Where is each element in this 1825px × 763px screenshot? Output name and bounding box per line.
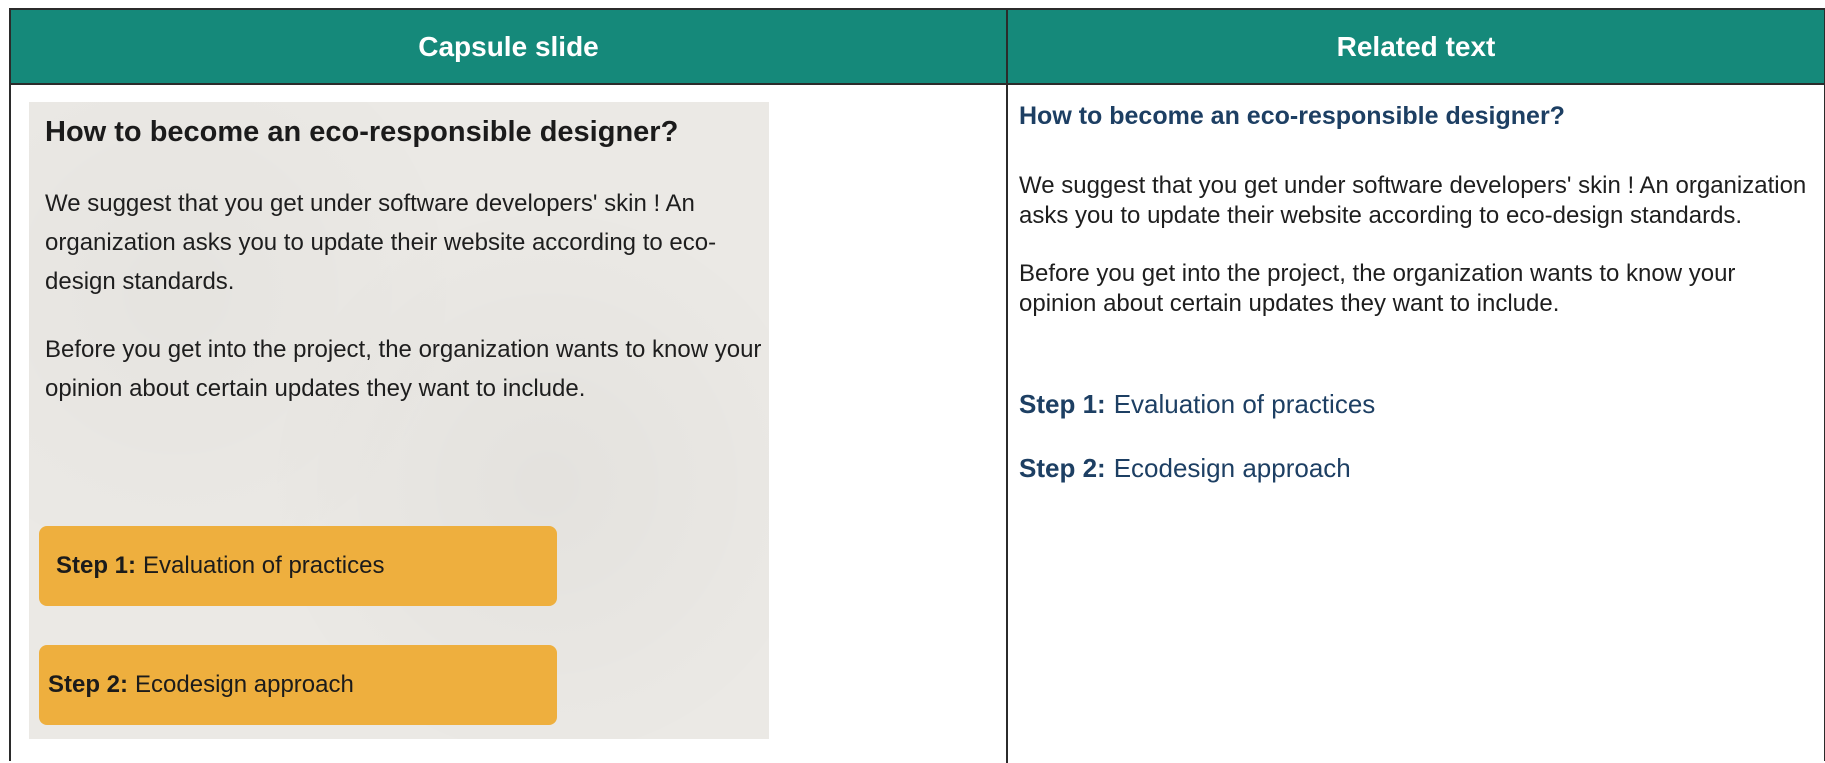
related-paragraph-1: We suggest that you get under software d… bbox=[1019, 172, 1807, 229]
slide-title: How to become an eco-responsible designe… bbox=[45, 116, 679, 148]
related-step-1-label: Step 1: bbox=[1019, 389, 1106, 419]
slide-step-2-label: Step 2: bbox=[48, 671, 129, 698]
related-title: How to become an eco-responsible designe… bbox=[1019, 102, 1565, 130]
related-step-1-text: Evaluation of practices bbox=[1113, 389, 1376, 419]
related-step-2-text: Ecodesign approach bbox=[1113, 453, 1351, 483]
header-capsule-slide: Capsule slide bbox=[11, 10, 1008, 83]
slide-step-2-text: Ecodesign approach bbox=[135, 671, 354, 698]
table-header-row: Capsule slide Related text bbox=[11, 10, 1824, 85]
slide-step-1-label: Step 1: bbox=[56, 552, 137, 579]
capsule-slide-cell: How to become an eco-responsible designe… bbox=[11, 85, 1008, 763]
related-text-cell: How to become an eco-responsible designe… bbox=[1008, 85, 1824, 763]
related-step-1: Step 1: Evaluation of practices bbox=[1019, 389, 1375, 420]
related-paragraph-2: Before you get into the project, the org… bbox=[1019, 260, 1736, 317]
header-related-text: Related text bbox=[1336, 30, 1496, 62]
related-step-2-label: Step 2: bbox=[1019, 453, 1106, 483]
related-step-2: Step 2: Ecodesign approach bbox=[1019, 453, 1351, 484]
content-table: Capsule slide Related text How to become… bbox=[9, 8, 1825, 763]
slide-step-1-text: Evaluation of practices bbox=[143, 552, 385, 579]
slide-step-1: Step 1: Evaluation of practices bbox=[39, 526, 557, 606]
table-body-row: How to become an eco-responsible designe… bbox=[11, 85, 1824, 763]
slide-step-2: Step 2: Ecodesign approach bbox=[39, 645, 557, 725]
capsule-slide-image: How to become an eco-responsible designe… bbox=[29, 102, 769, 739]
slide-paragraph-1: We suggest that you get under software d… bbox=[45, 190, 717, 295]
slide-paragraph-2: Before you get into the project, the org… bbox=[45, 336, 762, 402]
